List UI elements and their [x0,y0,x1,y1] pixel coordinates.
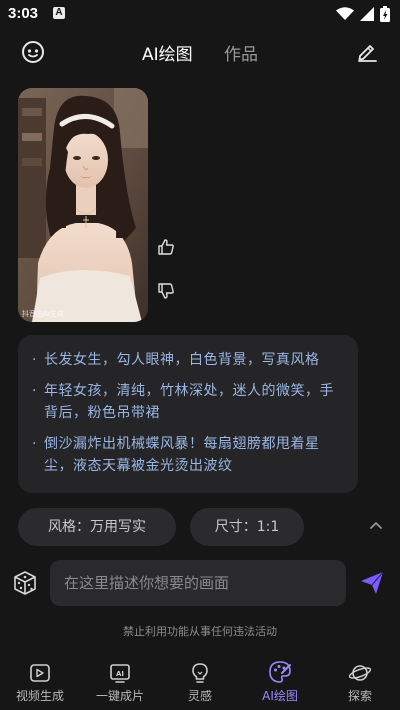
ai-watermark: 抖音由AI生成 [22,310,64,318]
wifi-icon [336,7,354,20]
palette-icon [269,661,291,683]
random-dice-icon[interactable] [12,570,38,596]
header-tabs: AI绘图 作品 [0,40,400,65]
suggestion-item[interactable]: · 长发女生，勾人眼神，白色背景，写真风格 [32,349,346,371]
style-selector[interactable]: 风格：万用写实 [18,508,176,546]
tab-works[interactable]: 作品 [224,40,258,65]
suggestion-text: 年轻女孩，清纯，竹林深处，迷人的微笑，手背后，粉色吊带裙 [44,383,334,421]
suggestion-item[interactable]: · 年轻女孩，清纯，竹林深处，迷人的微笑，手背后，粉色吊带裙 [32,380,346,424]
suggestion-text: 长发女生，勾人眼神，白色背景，写真风格 [44,352,320,368]
chevron-up-icon[interactable] [369,520,383,530]
video-generate-icon [30,664,50,682]
nav-item-ai-clip[interactable]: AI 一键成片 [80,654,160,710]
bullet-dot: · [32,352,37,368]
legal-disclaimer: 禁止利用功能从事任何违法活动 [123,625,277,638]
thumbs-down-icon[interactable] [157,282,175,300]
status-icons [336,5,390,23]
nav-label: 探索 [347,689,372,703]
prompt-suggestions: · 长发女生，勾人眼神，白色背景，写真风格 · 年轻女孩，清纯，竹林深处，迷人的… [18,335,358,493]
bullet-dot: · [32,436,37,452]
battery-icon [380,6,390,22]
nav-item-ai-draw[interactable]: AI绘图 [240,654,320,710]
nav-label: 视频生成 [15,689,64,703]
nav-item-explore[interactable]: 探索 [320,654,400,710]
signal-icon [360,7,374,21]
send-icon[interactable] [359,570,385,596]
nav-label: 灵感 [187,689,212,703]
nav-item-video-generate[interactable]: 视频生成 [0,654,80,710]
prompt-input-box[interactable] [50,560,346,606]
generated-image[interactable]: 抖音由AI生成 [18,88,148,322]
status-time: 3:03 [8,5,39,22]
status-bar: 3:03 A [0,0,400,28]
ai-clip-icon: AI [110,664,130,683]
nav-label: 一键成片 [95,689,144,703]
portrait-illustration [18,88,148,322]
nav-item-inspiration[interactable]: 灵感 [160,654,240,710]
lightbulb-icon [192,663,208,683]
prompt-input[interactable] [64,574,332,592]
edit-pencil-icon[interactable] [356,40,378,62]
planet-icon [348,665,372,681]
bullet-dot: · [32,383,37,399]
size-selector[interactable]: 尺寸：1:1 [190,508,304,546]
tab-ai-draw[interactable]: AI绘图 [142,40,193,65]
bottom-nav: 视频生成 AI 一键成片 灵感 AI绘图 探索 [0,654,400,710]
svg-text:AI: AI [116,670,124,678]
top-header: AI绘图 作品 [0,28,400,76]
suggestion-item[interactable]: · 倒沙漏炸出机械蝶风暴！每扇翅膀都甩着星尘，液态天幕被金光烫出波纹 [32,433,346,477]
thumbs-up-icon[interactable] [157,238,175,256]
nav-label: AI绘图 [262,689,298,703]
notification-badge: A [53,7,65,19]
suggestion-text: 倒沙漏炸出机械蝶风暴！每扇翅膀都甩着星尘，液态天幕被金光烫出波纹 [44,436,320,474]
